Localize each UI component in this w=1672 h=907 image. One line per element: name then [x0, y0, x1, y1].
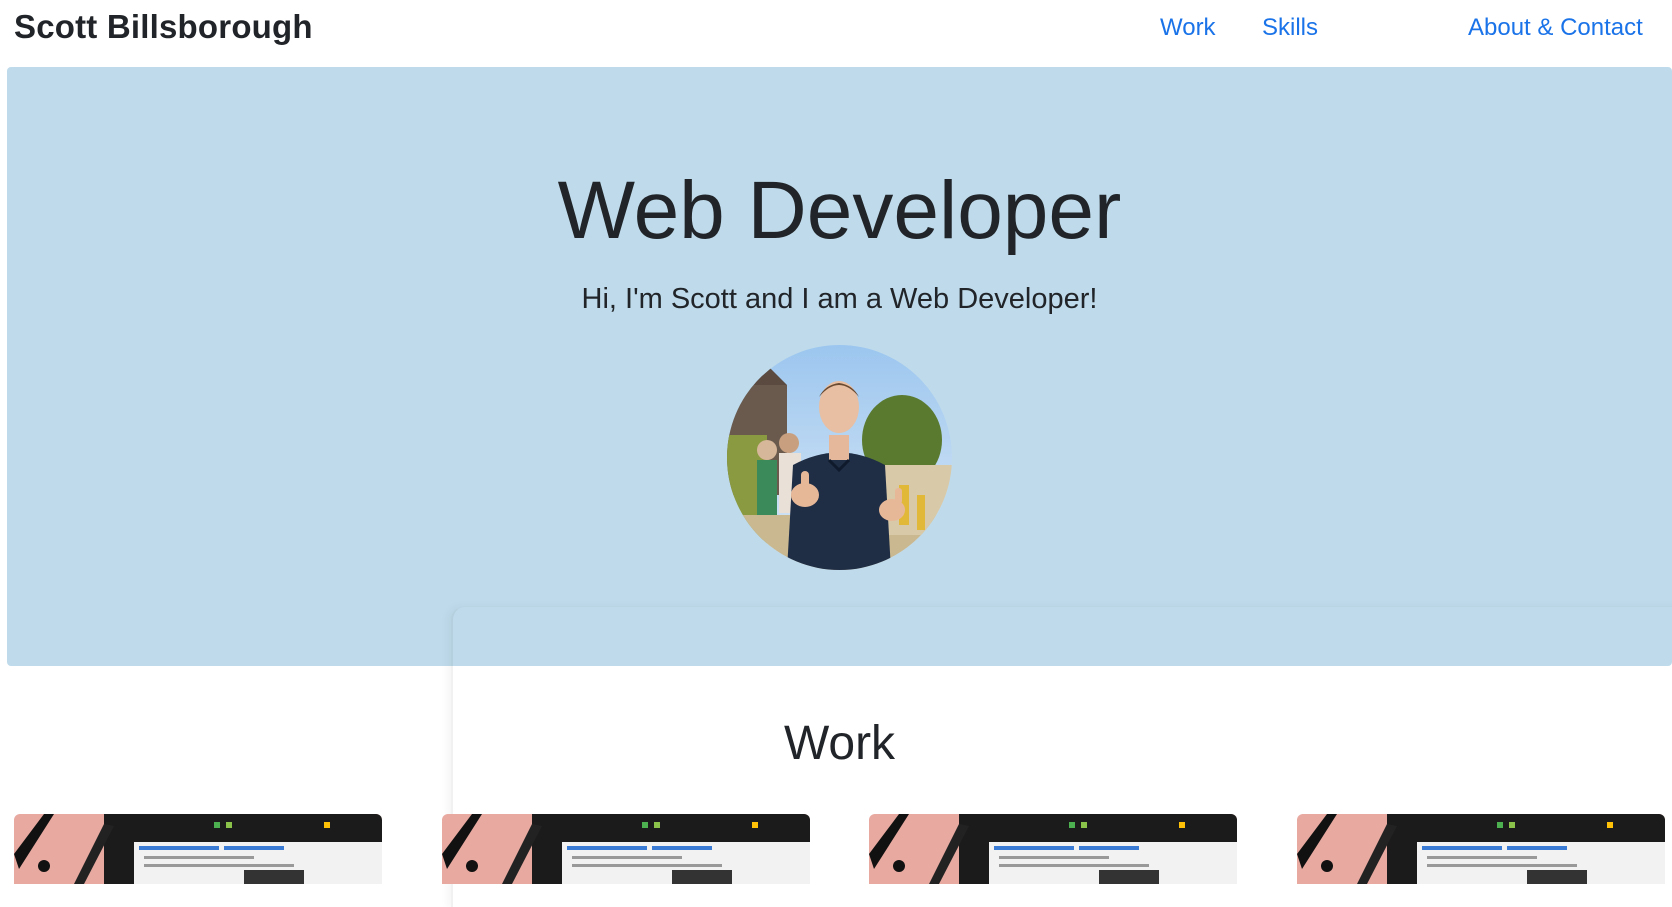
nav-links: Work Skills About & Contact [1112, 14, 1672, 50]
nav-link-work[interactable]: Work [1160, 14, 1216, 42]
navbar: Scott Billsborough Work Skills About & C… [0, 0, 1672, 63]
work-card-thumbnail[interactable] [869, 814, 1237, 884]
work-section-title: Work [783, 717, 896, 770]
brand-link[interactable]: Scott Billsborough [14, 8, 313, 46]
nav-link-about-contact[interactable]: About & Contact [1468, 14, 1643, 42]
work-card-thumbnail[interactable] [442, 814, 810, 884]
work-card-thumbnail[interactable] [14, 814, 382, 884]
hero-title: Web Developer [557, 165, 1122, 256]
nav-link-skills[interactable]: Skills [1262, 14, 1318, 42]
hero-subtitle: Hi, I'm Scott and I am a Web Developer! [581, 283, 1098, 315]
work-card-thumbnail[interactable] [1297, 814, 1665, 884]
profile-photo [727, 345, 952, 570]
